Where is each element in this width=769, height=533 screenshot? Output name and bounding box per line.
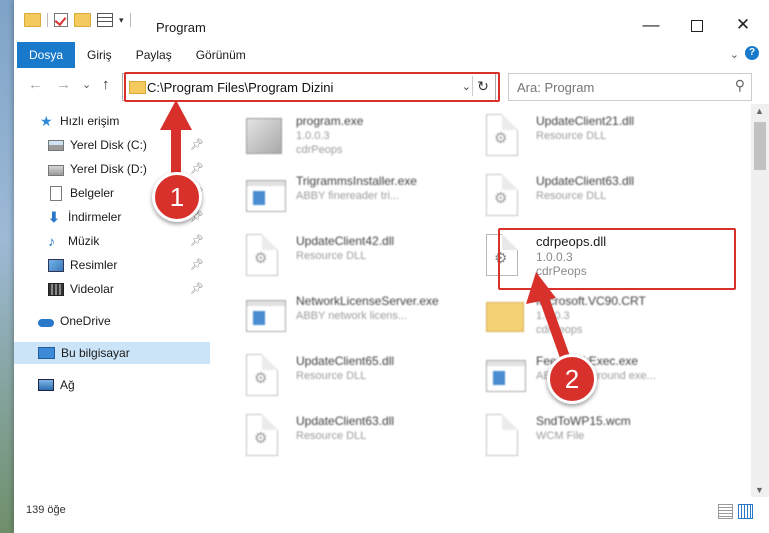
callout-arrows [160, 100, 571, 365]
step-1-badge: 1 [152, 172, 202, 222]
explorer-window: ▾ Program — ✕ Dosya Giriş Paylaş Görünüm… [14, 0, 769, 533]
arrow-2 [526, 272, 571, 365]
step-2-badge: 2 [547, 354, 597, 404]
